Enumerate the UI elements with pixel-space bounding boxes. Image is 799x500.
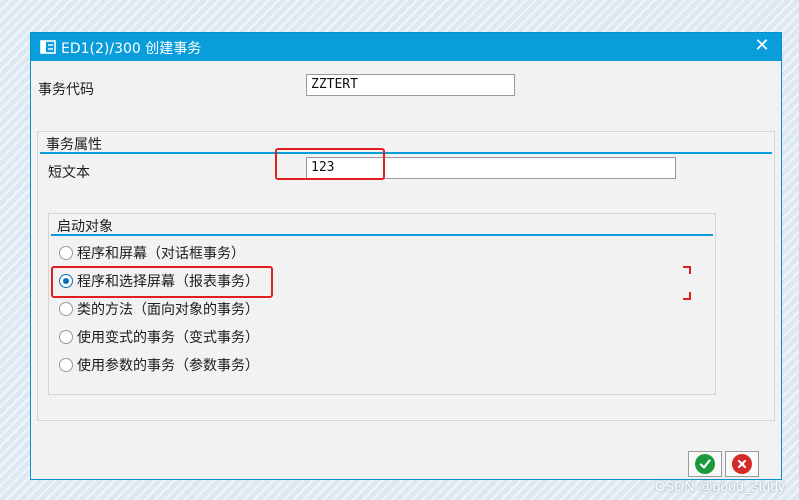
start-object-title: 启动对象 (57, 219, 113, 235)
radio-label: 类的方法（面向对象的事务） (77, 302, 259, 318)
radio-label: 程序和选择屏幕（报表事务） (77, 274, 259, 290)
radio-option-variant-transaction[interactable]: 使用变式的事务（变式事务） (59, 326, 259, 348)
radio-option-report-transaction[interactable]: 程序和选择屏幕（报表事务） (59, 270, 259, 292)
radio-button[interactable] (59, 358, 73, 372)
transaction-attributes-group: 事务属性 短文本 123 启动对象 程序和屏幕（对话框事务） 程序和选择屏幕（报… (37, 131, 775, 421)
corner-mark-top (683, 266, 691, 274)
corner-mark-bottom (683, 292, 691, 300)
confirm-button[interactable] (688, 451, 722, 477)
close-button[interactable]: ✕ (751, 35, 773, 57)
title-bar[interactable]: ED1(2)/300 创建事务 ✕ (31, 33, 781, 61)
cancel-icon (732, 454, 752, 474)
radio-option-parameter-transaction[interactable]: 使用参数的事务（参数事务） (59, 354, 259, 376)
radio-button-selected[interactable] (59, 274, 73, 288)
checkmark-icon (695, 454, 715, 474)
create-transaction-dialog: ED1(2)/300 创建事务 ✕ 事务代码 ZZTERT 事务属性 短文本 1… (30, 32, 782, 480)
radio-label: 使用变式的事务（变式事务） (77, 330, 259, 346)
transaction-code-field[interactable]: ZZTERT (306, 74, 515, 96)
radio-label: 使用参数的事务（参数事务） (77, 358, 259, 374)
radio-button[interactable] (59, 302, 73, 316)
short-text-label: 短文本 (48, 165, 90, 181)
start-object-group: 启动对象 程序和屏幕（对话框事务） 程序和选择屏幕（报表事务） 类的方法（面向对… (48, 213, 716, 395)
transaction-code-label: 事务代码 (38, 82, 94, 98)
radio-button[interactable] (59, 330, 73, 344)
short-text-field[interactable]: 123 (306, 157, 676, 179)
window-title: ED1(2)/300 创建事务 (61, 41, 202, 57)
radio-option-oo-transaction[interactable]: 类的方法（面向对象的事务） (59, 298, 259, 320)
radio-button[interactable] (59, 246, 73, 260)
transaction-icon (40, 40, 56, 54)
radio-option-dialog-transaction[interactable]: 程序和屏幕（对话框事务） (59, 242, 245, 264)
watermark: CSDN @good_study (654, 478, 785, 494)
radio-label: 程序和屏幕（对话框事务） (77, 246, 245, 262)
group-divider (40, 152, 772, 154)
transaction-attributes-title: 事务属性 (46, 137, 102, 153)
cancel-button[interactable] (725, 451, 759, 477)
group-divider (51, 234, 713, 236)
